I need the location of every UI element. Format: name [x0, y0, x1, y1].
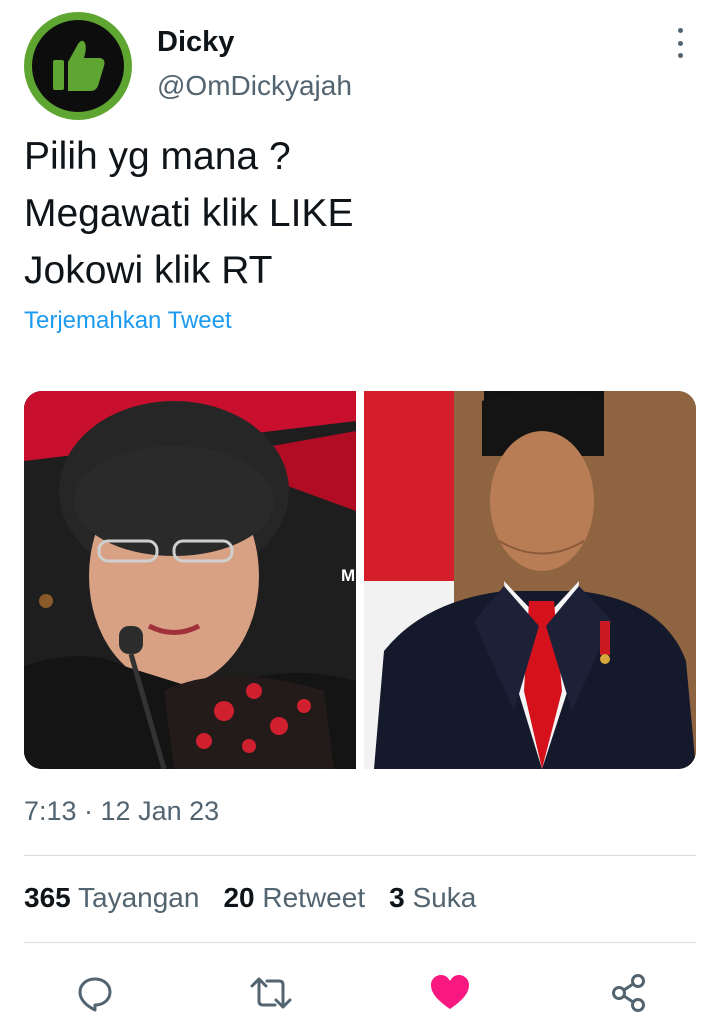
tweet-line: Pilih yg mana ? — [24, 135, 291, 178]
avatar-inner — [32, 20, 124, 112]
share-button[interactable] — [602, 966, 656, 1020]
retweet-icon — [250, 977, 292, 1009]
photo-right-illustration — [364, 391, 696, 769]
display-name[interactable]: Dicky — [157, 26, 234, 59]
retweets-count: 20 — [223, 882, 255, 913]
avatar[interactable] — [24, 12, 132, 120]
more-dot — [677, 53, 683, 58]
photo-megawati[interactable]: M — [24, 391, 356, 769]
views-label: Tayangan — [78, 882, 200, 913]
tweet-media: M — [24, 391, 696, 769]
photo-overlay-letter: M — [341, 566, 355, 585]
retweets-stat[interactable]: 20 Retweet — [223, 882, 365, 914]
heart-icon — [431, 975, 469, 1009]
more-dot — [677, 28, 683, 33]
translate-tweet-link[interactable]: Terjemahkan Tweet — [24, 307, 232, 335]
share-icon — [612, 974, 645, 1012]
retweet-button[interactable] — [244, 966, 298, 1020]
reply-icon — [78, 977, 112, 1012]
photo-jokowi[interactable] — [364, 391, 696, 769]
user-handle[interactable]: @OmDickyajah — [157, 70, 352, 102]
tweet-line: Jokowi klik RT — [24, 249, 273, 292]
photo-left-illustration: M — [24, 391, 356, 769]
tweet-timestamp[interactable]: 7:13 · 12 Jan 23 — [24, 796, 219, 827]
more-options-icon[interactable] — [668, 28, 692, 58]
retweets-label: Retweet — [262, 882, 366, 913]
thumbs-up-icon — [53, 40, 105, 91]
likes-count: 3 — [389, 882, 405, 913]
tweet-actions — [24, 966, 696, 1020]
tweet-line: Megawati klik LIKE — [24, 192, 354, 235]
likes-stat[interactable]: 3 Suka — [389, 882, 476, 914]
views-count: 365 — [24, 882, 71, 913]
views-stat[interactable]: 365 Tayangan — [24, 882, 199, 914]
like-button[interactable] — [423, 966, 477, 1020]
reply-button[interactable] — [68, 966, 122, 1020]
tweet-text: Pilih yg mana ? Megawati klik LIKE Jokow… — [24, 128, 353, 299]
likes-label: Suka — [412, 882, 477, 913]
tweet-stats: 365 Tayangan 20 Retweet 3 Suka — [24, 882, 476, 914]
divider — [24, 942, 696, 943]
tweet-header: Dicky @OmDickyajah — [24, 12, 696, 120]
more-dot — [677, 40, 683, 46]
divider — [24, 855, 696, 856]
